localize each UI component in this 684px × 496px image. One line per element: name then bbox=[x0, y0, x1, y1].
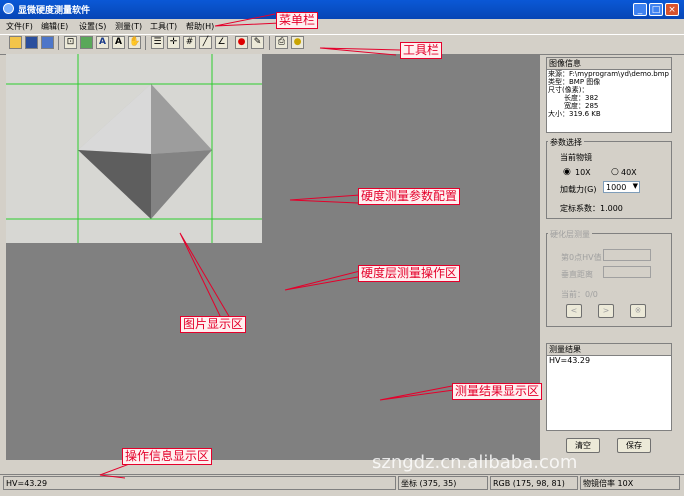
annotation-toolbar: 工具栏 bbox=[400, 42, 443, 59]
annotation-info: 操作信息显示区 bbox=[122, 448, 213, 465]
annotation-image: 图片显示区 bbox=[180, 316, 247, 333]
annotation-hardened: 硬度层测量操作区 bbox=[358, 265, 461, 282]
annotation-params: 硬度测量参数配置 bbox=[358, 188, 461, 205]
annotation-arrows bbox=[99, 13, 455, 479]
annotation-menubar: 菜单栏 bbox=[276, 12, 319, 29]
annotation-results: 测量结果显示区 bbox=[452, 383, 543, 400]
